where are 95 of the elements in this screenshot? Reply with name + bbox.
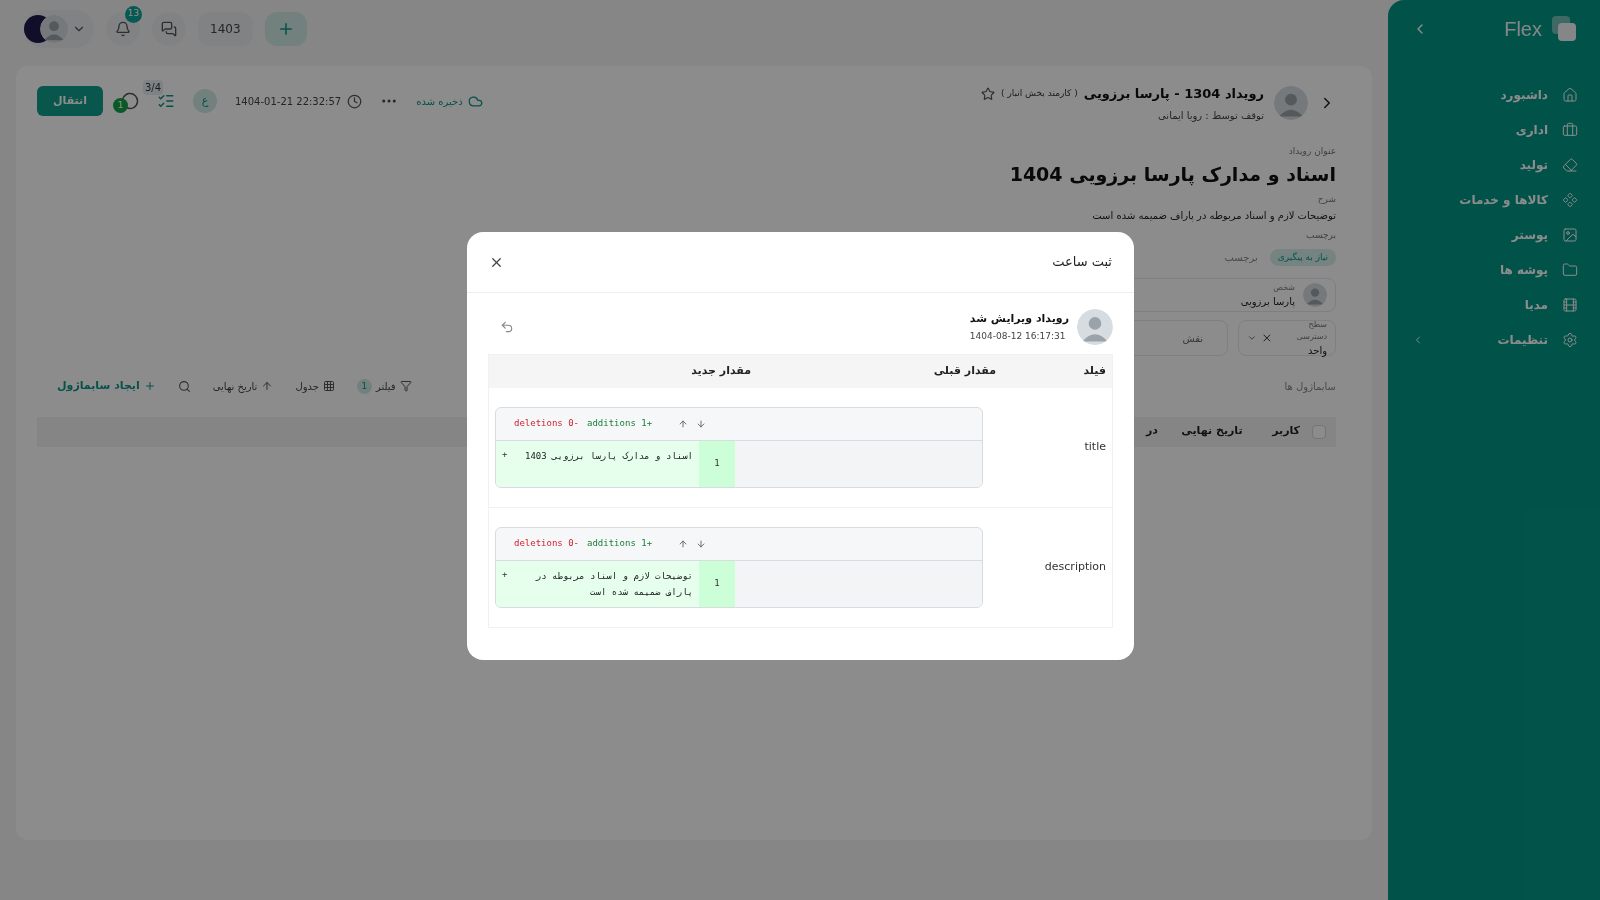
bell-icon <box>115 20 131 37</box>
sidebar-item[interactable]: تولید <box>1519 156 1548 174</box>
column-header: فیلد <box>1082 363 1106 380</box>
view-button[interactable]: جدول <box>295 378 319 394</box>
field-name: description <box>1043 559 1107 576</box>
description-text: توضیحات لازم و اسناد مربوطه در پاراف ضمیمه شده است <box>1091 209 1336 223</box>
column-header: کاربر <box>1270 423 1300 440</box>
access-level-select[interactable]: سطح دسترسی واحد <box>1238 320 1336 356</box>
transfer-button[interactable]: انتقال <box>37 86 103 116</box>
section-title: سابماژول ها <box>1284 379 1336 394</box>
avatar <box>40 14 68 43</box>
avatar <box>1274 86 1308 121</box>
event-title: رویداد 1304 - پارسا برزویی <box>1083 85 1264 103</box>
stopped-by-text: توقف توسط : رویا ایمانی <box>1157 108 1264 123</box>
history-action: رویداد ویرایش شد <box>969 311 1069 327</box>
arrow-down-icon[interactable] <box>696 539 707 549</box>
checklist-count: 3/4 <box>143 80 164 95</box>
comment-badge: 1 <box>113 98 128 113</box>
settings-icon <box>1562 332 1578 348</box>
table-icon <box>322 380 335 393</box>
sidebar-item[interactable]: پوستر <box>1511 226 1548 244</box>
history-time: 1404-08-12 16:17:31 <box>969 329 1067 343</box>
star-icon[interactable] <box>981 86 996 101</box>
field-label: شرح <box>1316 192 1336 206</box>
checklist-icon[interactable] <box>157 92 175 110</box>
clock-icon <box>347 93 363 109</box>
arrow-up-icon[interactable] <box>678 419 689 429</box>
assignee-avatar[interactable]: ع <box>193 89 217 113</box>
notification-badge: 13 <box>125 5 142 23</box>
tag-input[interactable]: برچسب <box>1224 249 1258 265</box>
diff-line-text: توضیحات لازم و اسناد مربوطه در پاراف ضمیمه شده است <box>534 570 693 599</box>
briefcase-icon <box>1562 122 1578 138</box>
sidebar-item[interactable]: داشبورد <box>1500 86 1548 104</box>
add-button[interactable] <box>264 11 307 46</box>
column-header: مقدار قبلی <box>932 363 996 380</box>
field-label: عنوان رویداد <box>1287 144 1336 158</box>
diff-marker: + <box>502 448 508 461</box>
column-header: در <box>1146 423 1159 440</box>
role-label: ( کارمند بخش انبار ) <box>1001 87 1078 100</box>
sidebar-item[interactable]: تنظیمات <box>1497 331 1548 349</box>
brand-name: Flex <box>1504 17 1542 42</box>
diff-line-text: اسناد و مدارک پارسا برزویی 1403 <box>524 450 693 463</box>
sidebar-item[interactable]: مدیا <box>1524 296 1548 314</box>
additions-count: additions 1+ <box>587 537 653 551</box>
search-icon[interactable] <box>177 379 191 393</box>
comments-icon[interactable] <box>121 92 139 110</box>
avatar <box>1077 309 1113 345</box>
filter-icon <box>399 380 412 393</box>
filter-button[interactable]: فیلتر <box>375 378 396 394</box>
diff-marker: + <box>502 568 508 581</box>
line-number: 1 <box>714 577 720 591</box>
timestamp: 1404-01-21 22:32:57 <box>235 94 342 109</box>
deletions-count: deletions 0- <box>514 537 580 551</box>
clear-icon[interactable] <box>1260 332 1273 344</box>
checkbox[interactable] <box>1312 424 1326 439</box>
avatar <box>1303 283 1327 307</box>
folder-icon <box>1562 262 1578 278</box>
year-button[interactable]: 1403 <box>198 11 253 46</box>
event-name: اسناد و مدارک پارسا برزویی 1404 <box>1008 162 1336 188</box>
chat-icon <box>161 20 177 37</box>
home-icon <box>1562 87 1578 103</box>
arrow-up-icon[interactable] <box>678 539 689 549</box>
cloud-icon <box>467 93 483 109</box>
notifications-button[interactable] <box>106 11 140 46</box>
create-button[interactable]: ایجاد سابماژول <box>57 378 140 395</box>
image-icon <box>1562 227 1578 243</box>
field-label: سطح دسترسی <box>1295 318 1327 343</box>
role-placeholder: نقش <box>1182 331 1203 346</box>
save-status: ذخیره شده <box>416 94 463 109</box>
diamond-icon <box>1562 192 1578 208</box>
column-header: تاریخ نهایی <box>1180 423 1244 440</box>
sidebar-item[interactable]: اداری <box>1515 121 1548 139</box>
line-number: 1 <box>714 457 720 471</box>
chat-button[interactable] <box>152 11 186 46</box>
account-switcher[interactable] <box>24 9 94 48</box>
sort-icon <box>261 380 274 393</box>
filter-count: 1 <box>356 378 372 394</box>
field-name: title <box>1083 439 1107 456</box>
field-label: شخص <box>1272 281 1295 294</box>
person-name: پارسا برزویی <box>1240 294 1295 309</box>
chevron-down-icon <box>1247 333 1257 343</box>
sidebar-item[interactable]: کالاها و خدمات <box>1459 191 1548 209</box>
modal-title: ثبت ساعت <box>1052 253 1112 272</box>
deletions-count: deletions 0- <box>514 417 580 431</box>
select-value: واحد <box>1306 343 1327 358</box>
revert-icon[interactable] <box>500 320 514 334</box>
tag-chip[interactable]: نیاز به پیگیری <box>1269 248 1336 266</box>
sidebar-item[interactable]: پوشه ها <box>1499 261 1548 279</box>
plus-icon <box>143 380 156 393</box>
field-label: برچسب <box>1305 229 1336 242</box>
arrow-down-icon[interactable] <box>696 419 707 429</box>
eraser-icon <box>1562 157 1578 173</box>
sort-button[interactable]: تاریخ نهایی <box>212 378 258 394</box>
additions-count: additions 1+ <box>587 417 653 431</box>
column-header: مقدار جدید <box>691 363 751 380</box>
